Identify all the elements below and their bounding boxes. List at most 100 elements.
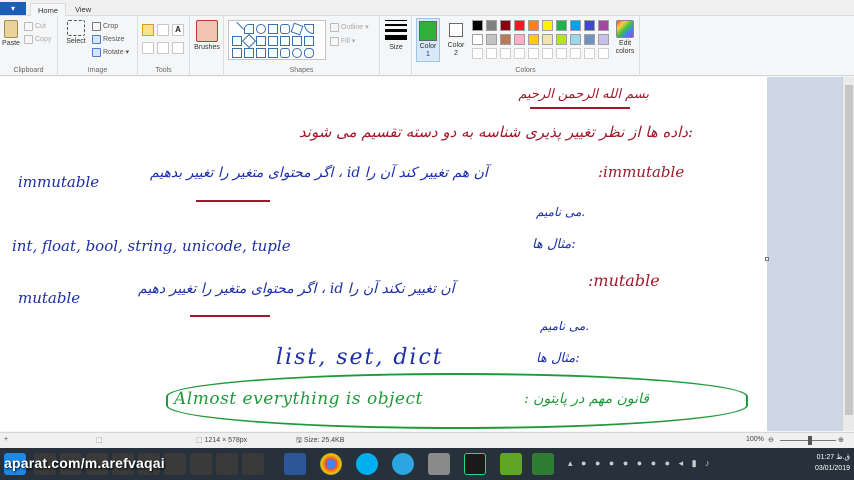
- paste-label: Paste: [2, 40, 20, 47]
- palette-swatch[interactable]: [598, 34, 609, 45]
- file-menu-button[interactable]: ▾: [0, 2, 26, 15]
- canvas-resize-handle[interactable]: [765, 257, 769, 261]
- six-point-star-shape-icon[interactable]: [268, 48, 278, 58]
- tab-view[interactable]: View: [68, 3, 98, 16]
- palette-swatch[interactable]: [570, 20, 581, 31]
- cut-button[interactable]: Cut: [24, 21, 46, 32]
- palette-swatch-empty[interactable]: [528, 48, 539, 59]
- hexagon-shape-icon[interactable]: [268, 36, 278, 46]
- palette-swatch[interactable]: [584, 34, 595, 45]
- palette-swatch[interactable]: [514, 34, 525, 45]
- drawing-canvas[interactable]: بسم الله الرحمن الرحیم داده ها از نظر تغ…: [0, 77, 767, 431]
- line-shape-icon[interactable]: [229, 21, 245, 37]
- brushes-button[interactable]: Brushes: [193, 20, 221, 51]
- cursor-position-icon: +: [4, 436, 9, 443]
- palette-swatch[interactable]: [500, 20, 511, 31]
- zoom-in-button[interactable]: ⊕: [838, 436, 844, 444]
- crop-button[interactable]: Crop: [92, 21, 118, 32]
- size-button[interactable]: Size: [383, 20, 409, 51]
- rounded-rectangle-shape-icon[interactable]: [280, 24, 290, 34]
- palette-swatch-empty[interactable]: [500, 48, 511, 59]
- pycharm-icon[interactable]: [464, 453, 486, 475]
- system-tray-icons[interactable]: ▴ ● ● ● ● ● ● ● ◂ ▮ ♪: [568, 458, 713, 469]
- rectangle-shape-icon[interactable]: [268, 24, 278, 34]
- text-tool[interactable]: A: [172, 24, 184, 36]
- word-icon[interactable]: [284, 453, 306, 475]
- right-triangle-shape-icon[interactable]: [232, 36, 242, 46]
- palette-swatch-empty[interactable]: [542, 48, 553, 59]
- left-arrow-shape-icon[interactable]: [292, 36, 302, 46]
- fill-tool[interactable]: [157, 24, 169, 36]
- palette-swatch-empty[interactable]: [570, 48, 581, 59]
- taskbar-app-icon[interactable]: [190, 453, 212, 475]
- color2-button[interactable]: Color 2: [444, 18, 468, 62]
- callout-shape-icon[interactable]: [280, 48, 290, 58]
- oval-shape-icon[interactable]: [256, 24, 266, 34]
- palette-swatch[interactable]: [500, 34, 511, 45]
- fill-dropdown[interactable]: Fill ▾: [330, 36, 355, 47]
- camtasia-icon[interactable]: [500, 453, 522, 475]
- diamond-shape-icon[interactable]: [241, 33, 257, 49]
- taskbar-app-icon[interactable]: [216, 453, 238, 475]
- zoom-slider-thumb[interactable]: [808, 436, 812, 445]
- four-point-star-shape-icon[interactable]: [244, 48, 254, 58]
- resize-button[interactable]: Resize: [92, 34, 124, 45]
- zoom-level: 100%: [746, 436, 764, 443]
- palette-swatch[interactable]: [486, 34, 497, 45]
- vertical-scrollbar[interactable]: [842, 77, 854, 431]
- palette-swatch[interactable]: [556, 20, 567, 31]
- copy-button[interactable]: Copy: [24, 34, 51, 45]
- palette-swatch-empty[interactable]: [598, 48, 609, 59]
- up-arrow-shape-icon[interactable]: [304, 36, 314, 46]
- telegram-icon[interactable]: [392, 453, 414, 475]
- rotate-button[interactable]: Rotate ▾: [92, 47, 129, 58]
- palette-swatch-empty[interactable]: [472, 48, 483, 59]
- tab-home[interactable]: Home: [30, 3, 67, 16]
- five-point-star-shape-icon[interactable]: [256, 48, 266, 58]
- camtasia-recorder-icon[interactable]: [532, 453, 554, 475]
- palette-swatch[interactable]: [570, 34, 581, 45]
- palette-swatch[interactable]: [528, 20, 539, 31]
- palette-swatch[interactable]: [472, 34, 483, 45]
- down-arrow-shape-icon[interactable]: [232, 48, 242, 58]
- taskbar-app-icon[interactable]: [164, 453, 186, 475]
- palette-swatch[interactable]: [542, 20, 553, 31]
- palette-swatch-empty[interactable]: [486, 48, 497, 59]
- palette-swatch[interactable]: [472, 20, 483, 31]
- pencil-tool[interactable]: [142, 24, 154, 36]
- color-picker-tool[interactable]: [157, 42, 169, 54]
- color1-button[interactable]: Color 1: [416, 18, 440, 62]
- palette-swatch-empty[interactable]: [556, 48, 567, 59]
- palette-swatch[interactable]: [528, 34, 539, 45]
- palette-swatch[interactable]: [542, 34, 553, 45]
- palette-swatch[interactable]: [598, 20, 609, 31]
- right-arrow-shape-icon[interactable]: [280, 36, 290, 46]
- triangle-shape-icon[interactable]: [304, 24, 314, 34]
- oval-callout-shape-icon[interactable]: [292, 48, 302, 58]
- heading-underline: [530, 107, 630, 109]
- palette-swatch[interactable]: [556, 34, 567, 45]
- zoom-out-button[interactable]: ⊖: [768, 436, 774, 444]
- shapes-gallery[interactable]: [228, 20, 326, 60]
- palette-swatch[interactable]: [514, 20, 525, 31]
- palette-swatch[interactable]: [584, 20, 595, 31]
- palette-swatch-empty[interactable]: [584, 48, 595, 59]
- cloud-callout-shape-icon[interactable]: [304, 48, 314, 58]
- palette-swatch-empty[interactable]: [514, 48, 525, 59]
- outline-dropdown[interactable]: Outline ▾: [330, 22, 369, 33]
- magnifier-tool[interactable]: [172, 42, 184, 54]
- curve-shape-icon[interactable]: [244, 24, 254, 34]
- palette-swatch[interactable]: [486, 20, 497, 31]
- select-button[interactable]: Select: [62, 20, 90, 45]
- vertical-scrollbar-thumb[interactable]: [845, 85, 853, 415]
- edit-colors-button[interactable]: Edit colors: [612, 20, 638, 56]
- chrome-icon[interactable]: [320, 453, 342, 475]
- system-clock[interactable]: 01:27 ق.ظ 03/01/2019: [815, 452, 850, 474]
- taskbar-app-icon[interactable]: [242, 453, 264, 475]
- paint-icon[interactable]: [428, 453, 450, 475]
- paste-button[interactable]: Paste: [2, 20, 20, 47]
- pentagon-shape-icon[interactable]: [256, 36, 266, 46]
- polygon-shape-icon[interactable]: [290, 22, 304, 36]
- skype-icon[interactable]: [356, 453, 378, 475]
- eraser-tool[interactable]: [142, 42, 154, 54]
